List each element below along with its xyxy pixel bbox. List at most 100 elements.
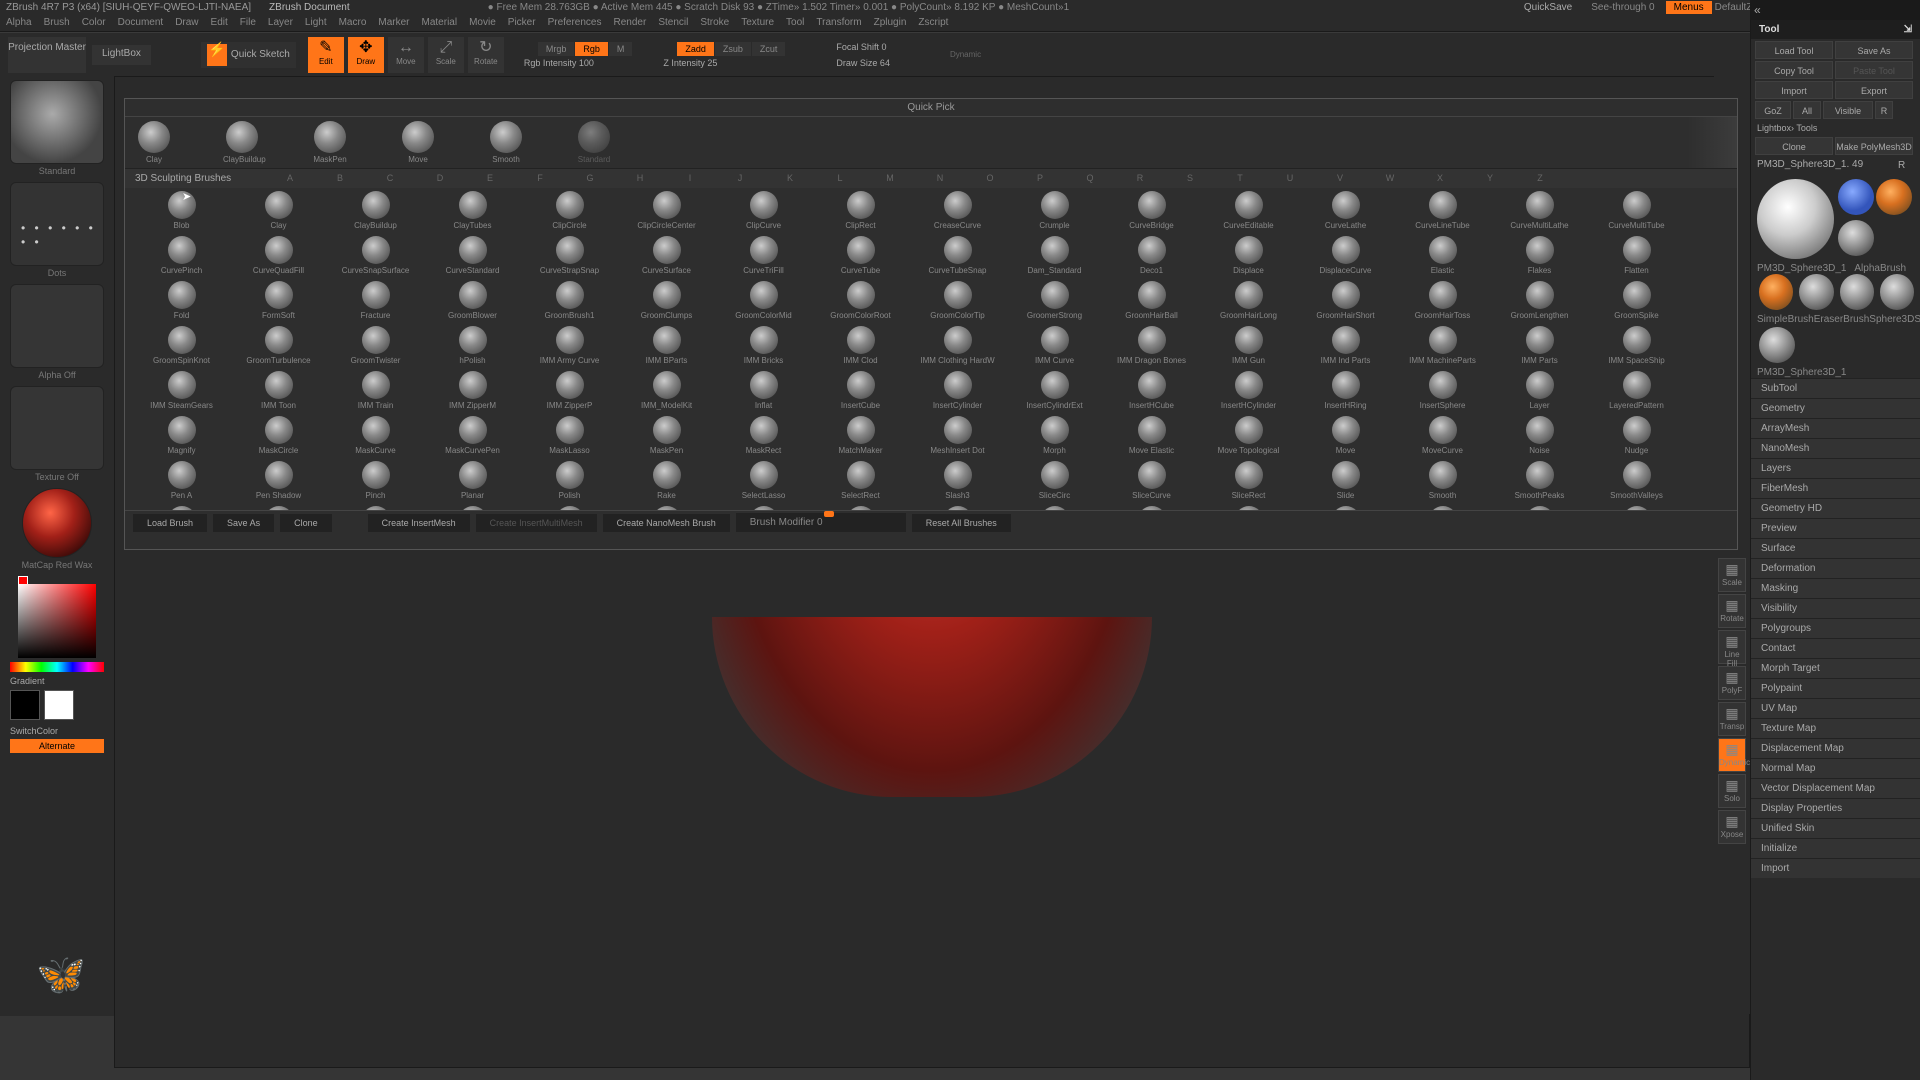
brush-clipcirclecenter[interactable]: ClipCircleCenter [618,190,715,235]
zadd-button[interactable]: Zadd [677,42,714,56]
brush-meshinsert-dot[interactable]: MeshInsert Dot [909,415,1006,460]
tool-thumb-alpha[interactable] [1838,179,1874,215]
menu-color[interactable]: Color [82,17,106,28]
menu-light[interactable]: Light [305,17,327,28]
collapse-left-icon[interactable]: « [1754,3,1761,17]
brush-groomhairball[interactable]: GroomHairBall [1103,280,1200,325]
goz-button[interactable]: GoZ [1755,101,1791,119]
import-button[interactable]: Import [1755,81,1833,99]
section-fibermesh[interactable]: FiberMesh [1751,478,1920,498]
brush-imm-clothing-hardw[interactable]: IMM Clothing HardW [909,325,1006,370]
section-import[interactable]: Import [1751,858,1920,878]
section-preview[interactable]: Preview [1751,518,1920,538]
switch-color-button[interactable]: SwitchColor [10,726,104,736]
brush-topology[interactable]: Topology [812,505,909,510]
section-initialize[interactable]: Initialize [1751,838,1920,858]
menu-document[interactable]: Document [118,17,164,28]
shelf-solo[interactable]: ▦Solo [1718,774,1746,808]
brush-groomblower[interactable]: GroomBlower [424,280,521,325]
brush-masklasso[interactable]: MaskLasso [521,415,618,460]
brush-fold[interactable]: Fold [133,280,230,325]
brush-layer[interactable]: Layer [1491,370,1588,415]
quickpick-clay[interactable]: Clay [135,121,173,164]
letter-filter-x[interactable]: X [1415,173,1465,184]
brush-move-elastic[interactable]: Move Elastic [1103,415,1200,460]
export-button[interactable]: Export [1835,81,1913,99]
brush-polish[interactable]: Polish [521,460,618,505]
draw-mode-button[interactable]: ✥Draw [348,37,384,73]
brush-inserthcylinder[interactable]: InsertHCylinder [1200,370,1297,415]
brush-trimlasso[interactable]: TrimLasso [1491,505,1588,510]
tool-thumb-simple[interactable] [1876,179,1912,215]
brush-stitchbasic[interactable]: StitchBasic [715,505,812,510]
brush-groomcolormid[interactable]: GroomColorMid [715,280,812,325]
brush-pen-shadow[interactable]: Pen Shadow [230,460,327,505]
menu-picker[interactable]: Picker [508,17,536,28]
scale-mode-button[interactable]: ⤢Scale [428,37,464,73]
brush-trimcurve[interactable]: TrimCurve [1297,505,1394,510]
move-mode-button[interactable]: ↔Move [388,37,424,73]
menu-zplugin[interactable]: Zplugin [874,17,907,28]
zcut-button[interactable]: Zcut [752,42,786,56]
letter-filter-s[interactable]: S [1165,173,1215,184]
brush-slicecirc[interactable]: SliceCirc [1006,460,1103,505]
brush-deco1[interactable]: Deco1 [1103,235,1200,280]
section-unified-skin[interactable]: Unified Skin [1751,818,1920,838]
brush-curvemultitube[interactable]: CurveMultiTube [1588,190,1685,235]
focal-shift-slider[interactable]: Focal Shift 0 [836,42,890,52]
brush-slicerect[interactable]: SliceRect [1200,460,1297,505]
brush-curvetrifill[interactable]: CurveTriFill [715,235,812,280]
brush-move[interactable]: Move [1297,415,1394,460]
brush-creasecurve[interactable]: CreaseCurve [909,190,1006,235]
shelf-line-fill[interactable]: ▦Line Fill [1718,630,1746,664]
quickpick-standard[interactable]: Standard [575,121,613,164]
brush-curvesnapsurface[interactable]: CurveSnapSurface [327,235,424,280]
z-intensity-slider[interactable]: Z Intensity 25 [663,58,786,68]
brush-insertcylindrext[interactable]: InsertCylindrExt [1006,370,1103,415]
menu-movie[interactable]: Movie [469,17,496,28]
letter-filter-v[interactable]: V [1315,173,1365,184]
section-polypaint[interactable]: Polypaint [1751,678,1920,698]
menus-button[interactable]: Menus [1666,1,1712,14]
letter-filter-c[interactable]: C [365,173,415,184]
tool-thumb-eraser2[interactable] [1799,274,1833,310]
section-geometry[interactable]: Geometry [1751,398,1920,418]
letter-filter-g[interactable]: G [565,173,615,184]
menu-alpha[interactable]: Alpha [6,17,32,28]
menu-zscript[interactable]: Zscript [918,17,948,28]
brush-imm-train[interactable]: IMM Train [327,370,424,415]
section-displacement-map[interactable]: Displacement Map [1751,738,1920,758]
brush-insertcube[interactable]: InsertCube [812,370,909,415]
letter-filter-n[interactable]: N [915,173,965,184]
brush-imm-bricks[interactable]: IMM Bricks [715,325,812,370]
brush-smoothpeaks[interactable]: SmoothPeaks [1491,460,1588,505]
brush-flatten[interactable]: Flatten [1588,235,1685,280]
quickpick-maskpen[interactable]: MaskPen [311,121,349,164]
brush-imm-modelkit[interactable]: IMM_ModelKit [618,370,715,415]
brush-groomhairshort[interactable]: GroomHairShort [1297,280,1394,325]
brush-imm-gun[interactable]: IMM Gun [1200,325,1297,370]
letter-filter-t[interactable]: T [1215,173,1265,184]
clone-brush-button[interactable]: Clone [280,514,332,532]
brush-slash3[interactable]: Slash3 [909,460,1006,505]
zsub-button[interactable]: Zsub [715,42,751,56]
brush-groombrush1[interactable]: GroomBrush1 [521,280,618,325]
seethrough-slider[interactable]: See-through 0 [1583,2,1662,13]
menu-brush[interactable]: Brush [44,17,70,28]
brush-planar[interactable]: Planar [424,460,521,505]
menu-render[interactable]: Render [614,17,647,28]
brush-insertcylinder[interactable]: InsertCylinder [909,370,1006,415]
letter-filter-k[interactable]: K [765,173,815,184]
brush-curveeditable[interactable]: CurveEditable [1200,190,1297,235]
tool-thumb-eraser[interactable] [1838,220,1874,256]
brush-imm-machineparts[interactable]: IMM MachineParts [1394,325,1491,370]
section-deformation[interactable]: Deformation [1751,558,1920,578]
menu-marker[interactable]: Marker [378,17,409,28]
brush-magnify[interactable]: Magnify [133,415,230,460]
brush-rake[interactable]: Rake [618,460,715,505]
quickpick-move[interactable]: Move [399,121,437,164]
rgb-button[interactable]: Rgb [575,42,608,56]
brush-modifier-slider[interactable]: Brush Modifier 0 [736,513,906,532]
brush-trimadaptive[interactable]: TrimAdaptive [1103,505,1200,510]
brush-trimdynamic[interactable]: TrimDynamic [1394,505,1491,510]
